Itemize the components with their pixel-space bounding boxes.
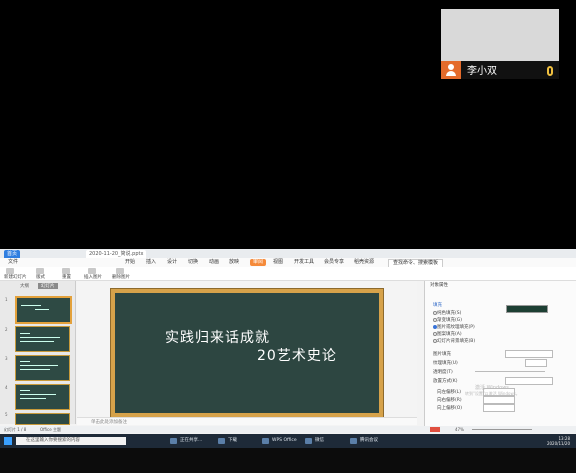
windows-taskbar: 在这里输入你要搜索的内容 正在共享... 下载 WPS Office 微信 腾讯…: [0, 434, 576, 448]
slide-thumbnail[interactable]: [15, 384, 70, 410]
menu-docer[interactable]: 稻壳资源: [354, 259, 374, 266]
slide-number: 3: [5, 356, 8, 361]
slide-thumbnail-pane: 大纲 幻灯片 1 2 3 4 5: [0, 281, 76, 425]
offset-up-input[interactable]: [483, 404, 515, 412]
record-icon[interactable]: [430, 427, 440, 432]
ribbon-layout[interactable]: 版式: [36, 275, 45, 280]
label-placement: 放置方式(K): [433, 379, 458, 384]
option-solid-fill[interactable]: 纯色填充(S): [437, 310, 461, 316]
insert-image-icon[interactable]: [88, 268, 96, 274]
slide-title-line2[interactable]: 20艺术史论: [257, 345, 337, 365]
menu-start[interactable]: 开始: [125, 259, 135, 266]
ribbon-toolbar: 新建幻灯片 版式 重置 插入图片 删除图片: [0, 267, 576, 281]
menu-slideshow[interactable]: 放映: [229, 259, 239, 266]
shared-screen: 首页 2020-11-20_简说.pptx 文件 开始 插入 设计 切换 动画 …: [0, 249, 576, 473]
participant-name: 李小双: [467, 66, 497, 77]
delete-image-icon[interactable]: [116, 268, 124, 274]
menu-bar: 文件 开始 插入 设计 切换 动画 放映 审阅 视图 开发工具 会员专享 稻壳资…: [0, 258, 576, 268]
status-bar: 幻灯片 1 / 8 Office 主题 47%: [0, 426, 576, 433]
slide-thumbnail[interactable]: [15, 296, 72, 324]
slide-number: 2: [5, 327, 8, 332]
slide-number: 5: [5, 412, 8, 417]
taskbar-date: 2020/11/20: [546, 441, 570, 446]
label-texture-fill: 纹理填充(U): [433, 361, 458, 366]
participant-name-bar: 李小双: [441, 61, 559, 79]
user-avatar-icon: [441, 61, 461, 79]
tab-outline[interactable]: 大纲: [20, 283, 29, 289]
current-slide[interactable]: 实践归来话成就 20艺术史论: [111, 289, 383, 417]
taskbar-app-sharing[interactable]: 正在共享...: [170, 437, 202, 445]
menu-animation[interactable]: 动画: [209, 259, 219, 266]
taskbar-app-wps[interactable]: WPS Office: [262, 437, 297, 445]
fill-section-header[interactable]: 填充: [433, 302, 442, 308]
slide-thumbnail[interactable]: [15, 326, 70, 352]
transparency-slider[interactable]: [475, 371, 545, 372]
zoom-level[interactable]: 47%: [455, 427, 464, 432]
menu-transition[interactable]: 切换: [188, 259, 198, 266]
texture-fill-select[interactable]: [525, 359, 547, 367]
taskbar-app-download[interactable]: 下载: [218, 437, 237, 445]
picture-fill-select[interactable]: [505, 350, 553, 358]
label-transparency: 透明度(T): [433, 370, 453, 375]
microphone-icon: [547, 66, 553, 76]
menu-view[interactable]: 视图: [273, 259, 283, 266]
ribbon-insert-image[interactable]: 插入图片: [84, 275, 102, 280]
label-picture-fill: 图片填充: [433, 352, 451, 357]
taskbar-app-meeting[interactable]: 腾讯会议: [350, 437, 378, 445]
ribbon-delete-image[interactable]: 删除图片: [112, 275, 130, 280]
reset-icon[interactable]: [62, 268, 70, 274]
taskbar-app-wechat[interactable]: 微信: [305, 437, 324, 445]
taskbar-clock[interactable]: 13:28 2020/11/20: [547, 436, 570, 446]
slide-count: 幻灯片 1 / 8: [4, 427, 27, 432]
placement-select[interactable]: [505, 377, 553, 385]
offset-right-input[interactable]: [483, 396, 515, 404]
panel-title: 对象属性: [430, 283, 448, 288]
new-slide-icon[interactable]: [6, 268, 14, 274]
windows-start-icon[interactable]: [4, 437, 12, 445]
tab-home[interactable]: 首页: [4, 250, 21, 258]
menu-design[interactable]: 设计: [167, 259, 177, 266]
app-titlebar: 首页 2020-11-20_简说.pptx: [0, 249, 576, 258]
slide-thumbnail[interactable]: [15, 413, 70, 425]
label-offset-right: 向右偏移(R): [437, 398, 462, 403]
option-pattern-fill[interactable]: 图案填充(A): [437, 331, 462, 337]
menu-file[interactable]: 文件: [8, 259, 18, 266]
ribbon-reset[interactable]: 重置: [62, 275, 71, 280]
taskbar-search[interactable]: 在这里输入你要搜索的内容: [16, 437, 126, 445]
menu-developer[interactable]: 开发工具: [294, 259, 314, 266]
participant-video-tile[interactable]: 李小双: [441, 9, 559, 79]
slide-thumbnail[interactable]: [15, 355, 70, 381]
meeting-bottom-area: [0, 448, 576, 473]
option-background-fill[interactable]: 幻灯片背景填充(B): [437, 338, 475, 344]
menu-member[interactable]: 会员专享: [324, 259, 344, 266]
slide-number: 1: [5, 297, 8, 302]
ribbon-new-slide[interactable]: 新建幻灯片: [4, 275, 27, 280]
slide-number: 4: [5, 385, 8, 390]
tab-document[interactable]: 2020-11-20_简说.pptx: [86, 250, 147, 258]
label-offset-left: 向左偏移(L): [437, 390, 462, 395]
fill-color-swatch[interactable]: [506, 305, 548, 313]
menu-review[interactable]: 审阅: [250, 259, 267, 266]
label-offset-up: 向上偏移(O): [437, 406, 463, 411]
layout-icon[interactable]: [36, 268, 44, 274]
activate-windows-hint: 转到"设置"以激活 Windows。: [465, 391, 520, 396]
option-gradient-fill[interactable]: 渐变填充(G): [437, 317, 462, 323]
option-picture-fill[interactable]: 图片或纹理填充(P): [437, 324, 475, 330]
slide-title-line1[interactable]: 实践归来话成就: [165, 327, 270, 347]
object-properties-panel: 对象属性 填充 纯色填充(S) 渐变填充(G) 图片或纹理填充(P) 图案填充(…: [424, 281, 576, 426]
activate-windows-watermark: 激活 Windows: [475, 385, 509, 391]
theme-name: Office 主题: [40, 427, 61, 432]
zoom-slider[interactable]: [472, 429, 532, 430]
tab-slides[interactable]: 幻灯片: [38, 283, 58, 289]
menu-insert[interactable]: 插入: [146, 259, 156, 266]
notes-placeholder: 单击此处添加备注: [91, 420, 127, 425]
notes-pane[interactable]: 单击此处添加备注: [77, 417, 417, 425]
